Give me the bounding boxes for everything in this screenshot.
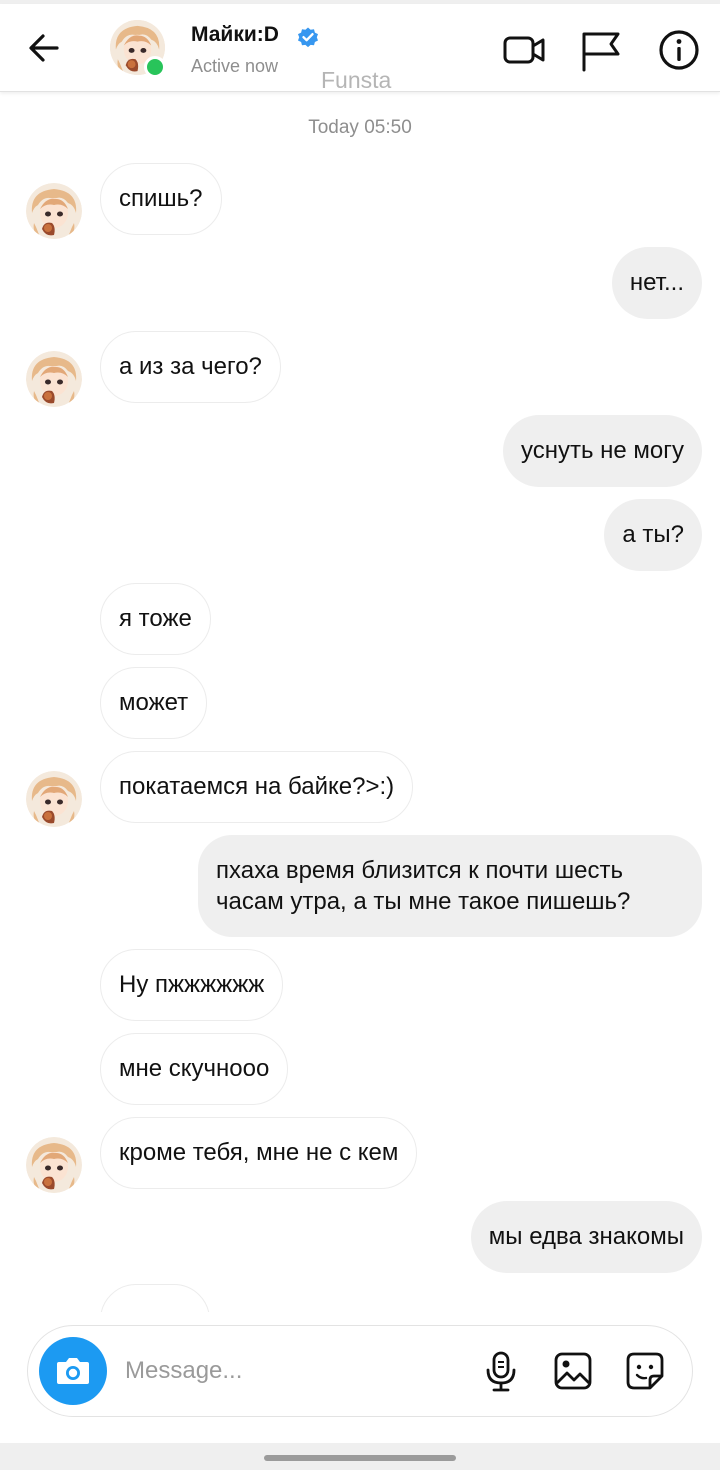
verified-badge-icon xyxy=(296,25,320,49)
chat-header: Майки:D Active now Funsta xyxy=(0,4,720,93)
voice-message-button[interactable] xyxy=(480,1350,522,1392)
app-watermark: Funsta xyxy=(321,67,392,93)
outgoing-message[interactable]: а ты? xyxy=(604,499,702,571)
flag-icon xyxy=(582,32,620,72)
incoming-message[interactable]: мне скучнооо xyxy=(100,1033,289,1105)
camera-button[interactable] xyxy=(39,1337,107,1405)
chat-timestamp: Today 05:50 xyxy=(308,117,412,138)
active-status: Active now xyxy=(191,56,279,76)
report-button[interactable] xyxy=(578,28,622,72)
incoming-message[interactable]: я тоже xyxy=(100,583,211,655)
back-arrow-icon xyxy=(29,34,59,62)
video-call-button[interactable] xyxy=(502,28,546,72)
outgoing-message[interactable]: мы едва знакомы xyxy=(470,1201,702,1273)
sticker-icon xyxy=(626,1352,664,1390)
sender-avatar[interactable] xyxy=(26,351,82,407)
message-input[interactable] xyxy=(125,1348,425,1394)
incoming-message[interactable]: а из за чего? xyxy=(100,331,281,403)
outgoing-message[interactable]: пхаха время близится к почти шесть часам… xyxy=(198,835,702,937)
info-button[interactable] xyxy=(657,28,701,72)
contact-username[interactable]: Майки:D xyxy=(191,23,279,47)
info-icon xyxy=(659,30,699,70)
incoming-message[interactable]: Ну пжжжжжж xyxy=(100,949,284,1021)
sender-avatar[interactable] xyxy=(26,183,82,239)
sticker-button[interactable] xyxy=(624,1350,666,1392)
incoming-message[interactable]: кроме тебя, мне не с кем xyxy=(100,1117,418,1189)
gallery-button[interactable] xyxy=(552,1350,594,1392)
back-button[interactable] xyxy=(24,28,64,68)
outgoing-message[interactable]: уснуть не могу xyxy=(502,415,702,487)
message-composer xyxy=(27,1325,693,1417)
gallery-icon xyxy=(554,1352,592,1390)
incoming-message[interactable]: спишь? xyxy=(100,163,222,235)
incoming-message[interactable]: покатаемся на байке?>:) xyxy=(100,751,414,823)
sender-avatar[interactable] xyxy=(26,1137,82,1193)
home-indicator[interactable] xyxy=(264,1455,456,1461)
incoming-message[interactable]: может xyxy=(100,667,208,739)
video-call-icon xyxy=(503,36,545,64)
outgoing-message[interactable]: нет... xyxy=(611,247,702,319)
microphone-icon xyxy=(486,1351,516,1392)
sender-avatar[interactable] xyxy=(26,771,82,827)
camera-icon xyxy=(57,1358,89,1384)
online-indicator xyxy=(144,56,166,78)
clipped-message-bubble xyxy=(100,1284,210,1312)
